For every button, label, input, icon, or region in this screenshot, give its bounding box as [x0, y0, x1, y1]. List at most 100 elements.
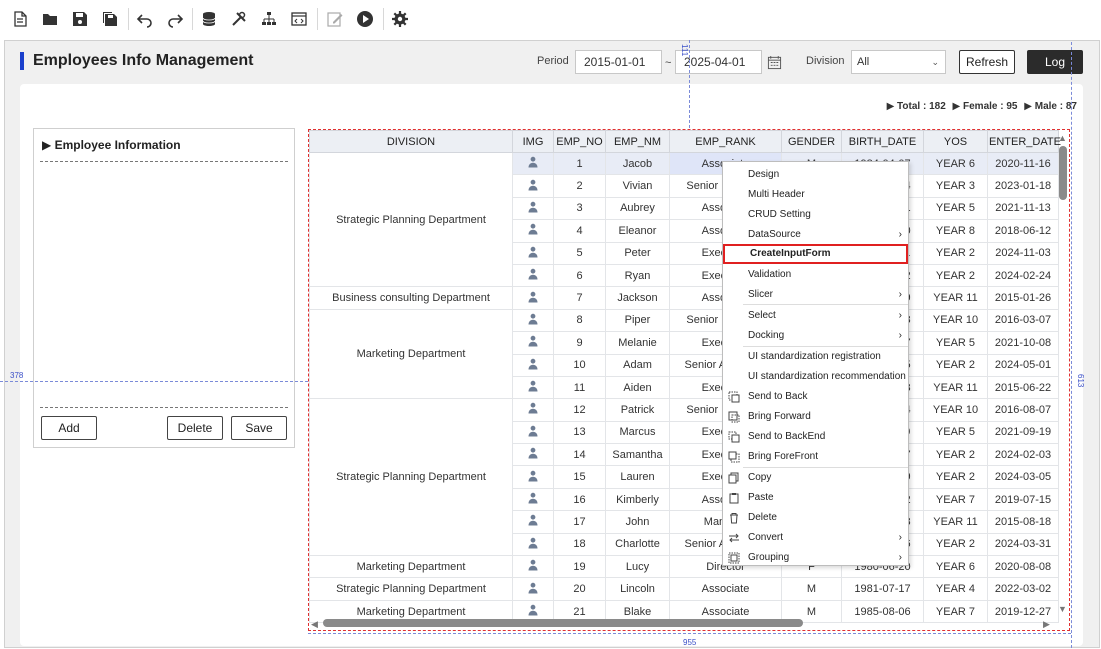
- scroll-up-icon[interactable]: ▲: [1058, 133, 1067, 143]
- division-cell[interactable]: Strategic Planning Department: [309, 577, 513, 601]
- yos-cell[interactable]: YEAR 6: [923, 555, 988, 579]
- column-header-emp-no[interactable]: EMP_NO: [553, 130, 606, 153]
- img-cell[interactable]: [512, 465, 554, 489]
- yos-cell[interactable]: YEAR 2: [923, 465, 988, 489]
- column-header-img[interactable]: IMG: [512, 130, 554, 153]
- menu-item-crud-setting[interactable]: CRUD Setting: [723, 205, 908, 225]
- division-select[interactable]: All ⌄: [851, 50, 946, 74]
- yos-cell[interactable]: YEAR 7: [923, 599, 988, 624]
- emp-nm-cell[interactable]: Lincoln: [605, 577, 670, 601]
- enter-date-cell[interactable]: 2020-08-08: [987, 555, 1059, 579]
- enter-date-cell[interactable]: 2016-08-07: [987, 398, 1059, 422]
- emp-nm-cell[interactable]: John: [605, 510, 670, 534]
- yos-cell[interactable]: YEAR 7: [923, 487, 988, 512]
- img-cell[interactable]: [512, 196, 554, 221]
- emp-no-cell[interactable]: 4: [553, 219, 606, 243]
- emp-nm-cell[interactable]: Samantha: [605, 443, 670, 467]
- img-cell[interactable]: [512, 510, 554, 534]
- yos-cell[interactable]: YEAR 5: [923, 420, 988, 445]
- yos-cell[interactable]: YEAR 3: [923, 174, 988, 198]
- code-window-icon[interactable]: [288, 8, 310, 30]
- img-cell[interactable]: [512, 219, 554, 243]
- birth-date-cell[interactable]: 1985-08-06: [841, 599, 924, 624]
- enter-date-cell[interactable]: 2015-08-18: [987, 510, 1059, 534]
- scroll-right-icon[interactable]: ▶: [1043, 619, 1050, 630]
- yos-cell[interactable]: YEAR 5: [923, 196, 988, 221]
- emp-no-cell[interactable]: 15: [553, 465, 606, 489]
- redo-icon[interactable]: [164, 8, 186, 30]
- gear-icon[interactable]: [389, 8, 411, 30]
- emp-no-cell[interactable]: 10: [553, 353, 606, 377]
- column-header-enter-date[interactable]: ENTER_DATE: [987, 130, 1061, 153]
- emp-no-cell[interactable]: 7: [553, 286, 606, 310]
- emp-nm-cell[interactable]: Vivian: [605, 174, 670, 198]
- menu-item-bring-forward[interactable]: Bring Forward: [723, 407, 908, 427]
- emp-no-cell[interactable]: 11: [553, 375, 606, 400]
- emp-nm-cell[interactable]: Aubrey: [605, 196, 670, 221]
- column-header-birth-date[interactable]: BIRTH_DATE: [841, 130, 924, 153]
- enter-date-cell[interactable]: 2024-05-01: [987, 353, 1059, 377]
- emp-no-cell[interactable]: 3: [553, 196, 606, 221]
- menu-item-multi-header[interactable]: Multi Header: [723, 185, 908, 205]
- calendar-icon[interactable]: [764, 52, 784, 72]
- edit-icon[interactable]: [324, 8, 346, 30]
- yos-cell[interactable]: YEAR 11: [923, 286, 988, 310]
- menu-item-send-to-backend[interactable]: Send to BackEnd: [723, 427, 908, 447]
- add-button[interactable]: Add: [41, 416, 97, 440]
- enter-date-cell[interactable]: 2018-06-12: [987, 219, 1059, 243]
- tools-icon[interactable]: [228, 8, 250, 30]
- menu-item-createinputform[interactable]: CreateInputForm: [723, 244, 908, 264]
- save-icon[interactable]: [69, 8, 91, 30]
- yos-cell[interactable]: YEAR 10: [923, 308, 988, 333]
- yos-cell[interactable]: YEAR 11: [923, 375, 988, 400]
- menu-item-validation[interactable]: Validation: [723, 265, 908, 285]
- emp-no-cell[interactable]: 8: [553, 308, 606, 333]
- yos-cell[interactable]: YEAR 10: [923, 398, 988, 422]
- emp-no-cell[interactable]: 20: [553, 577, 606, 601]
- enter-date-cell[interactable]: 2021-10-08: [987, 331, 1059, 355]
- save-button[interactable]: Save: [231, 416, 287, 440]
- emp-nm-cell[interactable]: Ryan: [605, 263, 670, 288]
- emp-nm-cell[interactable]: Lauren: [605, 465, 670, 489]
- menu-item-send-to-back[interactable]: Send to Back: [723, 387, 908, 407]
- yos-cell[interactable]: YEAR 11: [923, 510, 988, 534]
- img-cell[interactable]: [512, 286, 554, 310]
- play-icon[interactable]: [354, 8, 376, 30]
- img-cell[interactable]: [512, 331, 554, 355]
- img-cell[interactable]: [512, 151, 554, 176]
- enter-date-cell[interactable]: 2024-02-03: [987, 443, 1059, 467]
- yos-cell[interactable]: YEAR 2: [923, 263, 988, 288]
- emp-nm-cell[interactable]: Lucy: [605, 555, 670, 579]
- yos-cell[interactable]: YEAR 8: [923, 219, 988, 243]
- column-header-gender[interactable]: GENDER: [781, 130, 842, 153]
- enter-date-cell[interactable]: 2024-03-05: [987, 465, 1059, 489]
- log-button[interactable]: Log: [1027, 50, 1083, 74]
- enter-date-cell[interactable]: 2024-02-24: [987, 263, 1059, 288]
- enter-date-cell[interactable]: 2024-03-31: [987, 532, 1059, 557]
- table-row[interactable]: Business consulting Department7JacksonAs…: [309, 286, 1059, 310]
- emp-nm-cell[interactable]: Piper: [605, 308, 670, 333]
- database-icon[interactable]: [198, 8, 220, 30]
- img-cell[interactable]: [512, 174, 554, 198]
- division-cell[interactable]: Marketing Department: [309, 308, 513, 400]
- undo-icon[interactable]: [134, 8, 156, 30]
- enter-date-cell[interactable]: 2019-07-15: [987, 487, 1059, 512]
- emp-nm-cell[interactable]: Aiden: [605, 375, 670, 400]
- yos-cell[interactable]: YEAR 4: [923, 577, 988, 601]
- menu-item-design[interactable]: Design: [723, 165, 908, 185]
- yos-cell[interactable]: YEAR 6: [923, 151, 988, 176]
- new-file-icon[interactable]: [9, 8, 31, 30]
- menu-item-grouping[interactable]: Grouping ›: [723, 548, 908, 568]
- enter-date-cell[interactable]: 2022-03-02: [987, 577, 1059, 601]
- table-row[interactable]: Strategic Planning Department 20 Lincoln As…: [309, 577, 1059, 601]
- emp-no-cell[interactable]: 19: [553, 555, 606, 579]
- gender-cell[interactable]: M: [781, 577, 842, 601]
- yos-cell[interactable]: YEAR 2: [923, 532, 988, 557]
- emp-nm-cell[interactable]: Charlotte: [605, 532, 670, 557]
- employee-grid[interactable]: DIVISION IMG EMP_NO EMP_NM EMP_RANK GEND…: [308, 129, 1070, 631]
- enter-date-cell[interactable]: 2023-01-18: [987, 174, 1059, 198]
- img-cell[interactable]: [512, 420, 554, 445]
- delete-button[interactable]: Delete: [167, 416, 223, 440]
- column-header-emp-rank[interactable]: EMP_RANK: [669, 130, 782, 153]
- img-cell[interactable]: [512, 353, 554, 377]
